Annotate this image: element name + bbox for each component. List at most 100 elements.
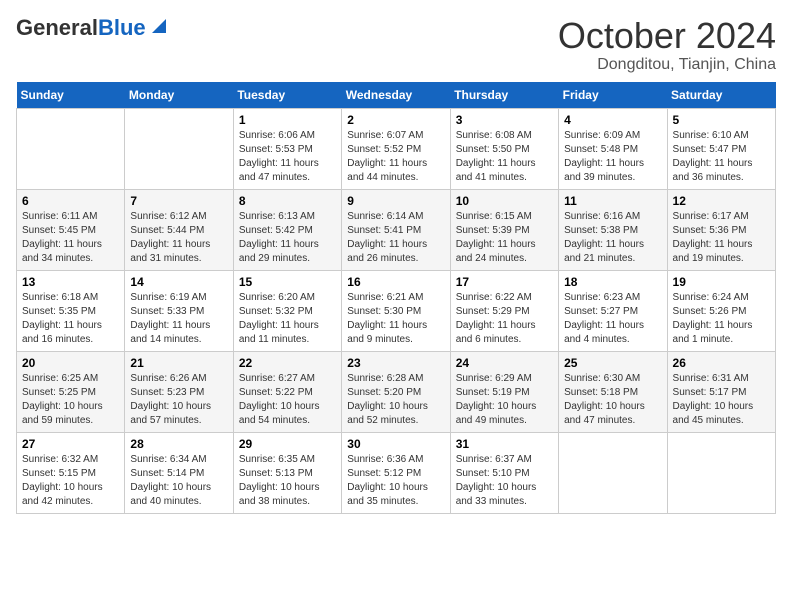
day-info: Sunrise: 6:31 AMSunset: 5:17 PMDaylight:… <box>673 372 770 428</box>
day-info: Sunrise: 6:21 AMSunset: 5:30 PMDaylight:… <box>347 291 444 347</box>
day-info: Sunrise: 6:26 AMSunset: 5:23 PMDaylight:… <box>130 372 227 428</box>
day-info: Sunrise: 6:30 AMSunset: 5:18 PMDaylight:… <box>564 372 661 428</box>
calendar-cell: 29 Sunrise: 6:35 AMSunset: 5:13 PMDayligh… <box>233 432 341 513</box>
day-info: Sunrise: 6:06 AMSunset: 5:53 PMDaylight:… <box>239 129 336 185</box>
page-header: GeneralBlue October 2024 Dongditou, Tian… <box>16 16 776 74</box>
day-number: 19 <box>673 275 770 289</box>
day-number: 18 <box>564 275 661 289</box>
day-info: Sunrise: 6:35 AMSunset: 5:13 PMDaylight:… <box>239 453 336 509</box>
calendar-week-row: 6 Sunrise: 6:11 AMSunset: 5:45 PMDaylight… <box>17 189 776 270</box>
calendar-cell: 23 Sunrise: 6:28 AMSunset: 5:20 PMDayligh… <box>342 351 450 432</box>
day-number: 21 <box>130 356 227 370</box>
day-number: 24 <box>456 356 553 370</box>
day-info: Sunrise: 6:37 AMSunset: 5:10 PMDaylight:… <box>456 453 553 509</box>
day-header-wednesday: Wednesday <box>342 82 450 109</box>
logo-general: General <box>16 15 98 40</box>
calendar-cell <box>17 108 125 189</box>
day-number: 5 <box>673 113 770 127</box>
day-number: 29 <box>239 437 336 451</box>
day-info: Sunrise: 6:15 AMSunset: 5:39 PMDaylight:… <box>456 210 553 266</box>
day-info: Sunrise: 6:24 AMSunset: 5:26 PMDaylight:… <box>673 291 770 347</box>
calendar-cell <box>667 432 775 513</box>
day-number: 31 <box>456 437 553 451</box>
calendar-cell: 30 Sunrise: 6:36 AMSunset: 5:12 PMDayligh… <box>342 432 450 513</box>
calendar-cell: 3Sunrise: 6:08 AMSunset: 5:50 PMDaylight… <box>450 108 558 189</box>
day-number: 1 <box>239 113 336 127</box>
calendar-cell: 1 Sunrise: 6:06 AMSunset: 5:53 PMDaylight… <box>233 108 341 189</box>
day-info: Sunrise: 6:09 AMSunset: 5:48 PMDaylight:… <box>564 129 661 185</box>
day-number: 30 <box>347 437 444 451</box>
calendar-cell: 20 Sunrise: 6:25 AMSunset: 5:25 PMDayligh… <box>17 351 125 432</box>
day-info: Sunrise: 6:18 AMSunset: 5:35 PMDaylight:… <box>22 291 119 347</box>
day-number: 2 <box>347 113 444 127</box>
day-info: Sunrise: 6:25 AMSunset: 5:25 PMDaylight:… <box>22 372 119 428</box>
day-info: Sunrise: 6:34 AMSunset: 5:14 PMDaylight:… <box>130 453 227 509</box>
day-info: Sunrise: 6:08 AMSunset: 5:50 PMDaylight:… <box>456 129 553 185</box>
day-number: 22 <box>239 356 336 370</box>
calendar-cell: 27Sunrise: 6:32 AMSunset: 5:15 PMDayligh… <box>17 432 125 513</box>
calendar-cell <box>559 432 667 513</box>
day-number: 20 <box>22 356 119 370</box>
day-info: Sunrise: 6:22 AMSunset: 5:29 PMDaylight:… <box>456 291 553 347</box>
calendar-cell: 22Sunrise: 6:27 AMSunset: 5:22 PMDayligh… <box>233 351 341 432</box>
location-subtitle: Dongditou, Tianjin, China <box>558 56 776 74</box>
calendar-cell: 14Sunrise: 6:19 AMSunset: 5:33 PMDayligh… <box>125 270 233 351</box>
calendar-cell: 17 Sunrise: 6:22 AMSunset: 5:29 PMDayligh… <box>450 270 558 351</box>
calendar-cell: 10 Sunrise: 6:15 AMSunset: 5:39 PMDayligh… <box>450 189 558 270</box>
calendar-table: SundayMondayTuesdayWednesdayThursdayFrid… <box>16 82 776 514</box>
day-info: Sunrise: 6:36 AMSunset: 5:12 PMDaylight:… <box>347 453 444 509</box>
day-info: Sunrise: 6:16 AMSunset: 5:38 PMDaylight:… <box>564 210 661 266</box>
day-info: Sunrise: 6:28 AMSunset: 5:20 PMDaylight:… <box>347 372 444 428</box>
calendar-cell <box>125 108 233 189</box>
day-header-tuesday: Tuesday <box>233 82 341 109</box>
day-number: 13 <box>22 275 119 289</box>
day-info: Sunrise: 6:19 AMSunset: 5:33 PMDaylight:… <box>130 291 227 347</box>
day-number: 6 <box>22 194 119 208</box>
day-number: 7 <box>130 194 227 208</box>
day-number: 17 <box>456 275 553 289</box>
day-header-saturday: Saturday <box>667 82 775 109</box>
day-info: Sunrise: 6:23 AMSunset: 5:27 PMDaylight:… <box>564 291 661 347</box>
day-info: Sunrise: 6:13 AMSunset: 5:42 PMDaylight:… <box>239 210 336 266</box>
calendar-cell: 9 Sunrise: 6:14 AMSunset: 5:41 PMDaylight… <box>342 189 450 270</box>
calendar-week-row: 13 Sunrise: 6:18 AMSunset: 5:35 PMDayligh… <box>17 270 776 351</box>
calendar-cell: 21 Sunrise: 6:26 AMSunset: 5:23 PMDayligh… <box>125 351 233 432</box>
day-number: 15 <box>239 275 336 289</box>
day-number: 11 <box>564 194 661 208</box>
day-info: Sunrise: 6:29 AMSunset: 5:19 PMDaylight:… <box>456 372 553 428</box>
calendar-header-row: SundayMondayTuesdayWednesdayThursdayFrid… <box>17 82 776 109</box>
calendar-cell: 8 Sunrise: 6:13 AMSunset: 5:42 PMDaylight… <box>233 189 341 270</box>
calendar-cell: 26 Sunrise: 6:31 AMSunset: 5:17 PMDayligh… <box>667 351 775 432</box>
day-number: 16 <box>347 275 444 289</box>
calendar-cell: 11 Sunrise: 6:16 AMSunset: 5:38 PMDayligh… <box>559 189 667 270</box>
calendar-week-row: 1 Sunrise: 6:06 AMSunset: 5:53 PMDaylight… <box>17 108 776 189</box>
calendar-cell: 19 Sunrise: 6:24 AMSunset: 5:26 PMDayligh… <box>667 270 775 351</box>
day-number: 8 <box>239 194 336 208</box>
calendar-week-row: 20 Sunrise: 6:25 AMSunset: 5:25 PMDayligh… <box>17 351 776 432</box>
calendar-cell: 7 Sunrise: 6:12 AMSunset: 5:44 PMDaylight… <box>125 189 233 270</box>
logo-blue: Blue <box>98 15 146 40</box>
day-info: Sunrise: 6:12 AMSunset: 5:44 PMDaylight:… <box>130 210 227 266</box>
calendar-cell: 13 Sunrise: 6:18 AMSunset: 5:35 PMDayligh… <box>17 270 125 351</box>
calendar-cell: 15 Sunrise: 6:20 AMSunset: 5:32 PMDayligh… <box>233 270 341 351</box>
month-year-title: October 2024 <box>558 16 776 56</box>
title-block: October 2024 Dongditou, Tianjin, China <box>558 16 776 74</box>
day-number: 9 <box>347 194 444 208</box>
day-number: 25 <box>564 356 661 370</box>
calendar-cell: 31 Sunrise: 6:37 AMSunset: 5:10 PMDayligh… <box>450 432 558 513</box>
day-info: Sunrise: 6:20 AMSunset: 5:32 PMDaylight:… <box>239 291 336 347</box>
day-number: 26 <box>673 356 770 370</box>
day-number: 10 <box>456 194 553 208</box>
day-info: Sunrise: 6:11 AMSunset: 5:45 PMDaylight:… <box>22 210 119 266</box>
day-number: 27 <box>22 437 119 451</box>
day-info: Sunrise: 6:14 AMSunset: 5:41 PMDaylight:… <box>347 210 444 266</box>
day-header-monday: Monday <box>125 82 233 109</box>
day-number: 23 <box>347 356 444 370</box>
day-info: Sunrise: 6:17 AMSunset: 5:36 PMDaylight:… <box>673 210 770 266</box>
logo-text: GeneralBlue <box>16 16 146 40</box>
calendar-week-row: 27Sunrise: 6:32 AMSunset: 5:15 PMDayligh… <box>17 432 776 513</box>
logo: GeneralBlue <box>16 16 170 40</box>
calendar-cell: 12Sunrise: 6:17 AMSunset: 5:36 PMDayligh… <box>667 189 775 270</box>
calendar-cell: 2Sunrise: 6:07 AMSunset: 5:52 PMDaylight… <box>342 108 450 189</box>
calendar-cell: 25 Sunrise: 6:30 AMSunset: 5:18 PMDayligh… <box>559 351 667 432</box>
